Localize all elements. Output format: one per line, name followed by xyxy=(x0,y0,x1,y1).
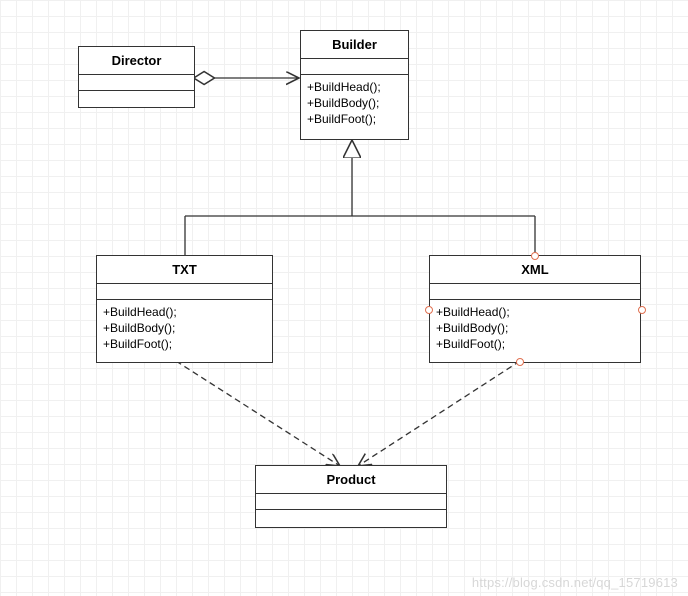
op: +BuildHead(); xyxy=(307,79,402,95)
class-ops: +BuildHead(); +BuildBody(); +BuildFoot()… xyxy=(301,75,408,139)
selection-handle-right[interactable] xyxy=(638,306,646,314)
class-director: Director xyxy=(78,46,195,108)
op: +BuildFoot(); xyxy=(103,336,266,352)
op: +BuildBody(); xyxy=(436,320,634,336)
class-attrs xyxy=(79,75,194,91)
selection-handle-left[interactable] xyxy=(425,306,433,314)
class-attrs xyxy=(97,284,272,300)
op: +BuildFoot(); xyxy=(307,111,402,127)
watermark: https://blog.csdn.net/qq_15719613 xyxy=(472,575,678,590)
class-ops: +BuildHead(); +BuildBody(); +BuildFoot()… xyxy=(430,300,640,362)
op: +BuildFoot(); xyxy=(436,336,634,352)
class-attrs xyxy=(430,284,640,300)
class-ops xyxy=(256,510,446,527)
class-title: XML xyxy=(430,256,640,284)
rel-xml-product xyxy=(358,361,520,466)
op: +BuildHead(); xyxy=(103,304,266,320)
class-title: Director xyxy=(79,47,194,75)
class-product: Product xyxy=(255,465,447,528)
class-ops xyxy=(79,91,194,107)
selection-handle-bottom[interactable] xyxy=(516,358,524,366)
class-txt: TXT +BuildHead(); +BuildBody(); +BuildFo… xyxy=(96,255,273,363)
selection-handle-top[interactable] xyxy=(531,252,539,260)
op: +BuildBody(); xyxy=(103,320,266,336)
op: +BuildBody(); xyxy=(307,95,402,111)
class-attrs xyxy=(256,494,446,510)
class-title: TXT xyxy=(97,256,272,284)
class-title: Builder xyxy=(301,31,408,59)
class-ops: +BuildHead(); +BuildBody(); +BuildFoot()… xyxy=(97,300,272,362)
class-xml: XML +BuildHead(); +BuildBody(); +BuildFo… xyxy=(429,255,641,363)
class-attrs xyxy=(301,59,408,75)
class-title: Product xyxy=(256,466,446,494)
op: +BuildHead(); xyxy=(436,304,634,320)
rel-txt-product xyxy=(176,361,340,466)
class-builder: Builder +BuildHead(); +BuildBody(); +Bui… xyxy=(300,30,409,140)
